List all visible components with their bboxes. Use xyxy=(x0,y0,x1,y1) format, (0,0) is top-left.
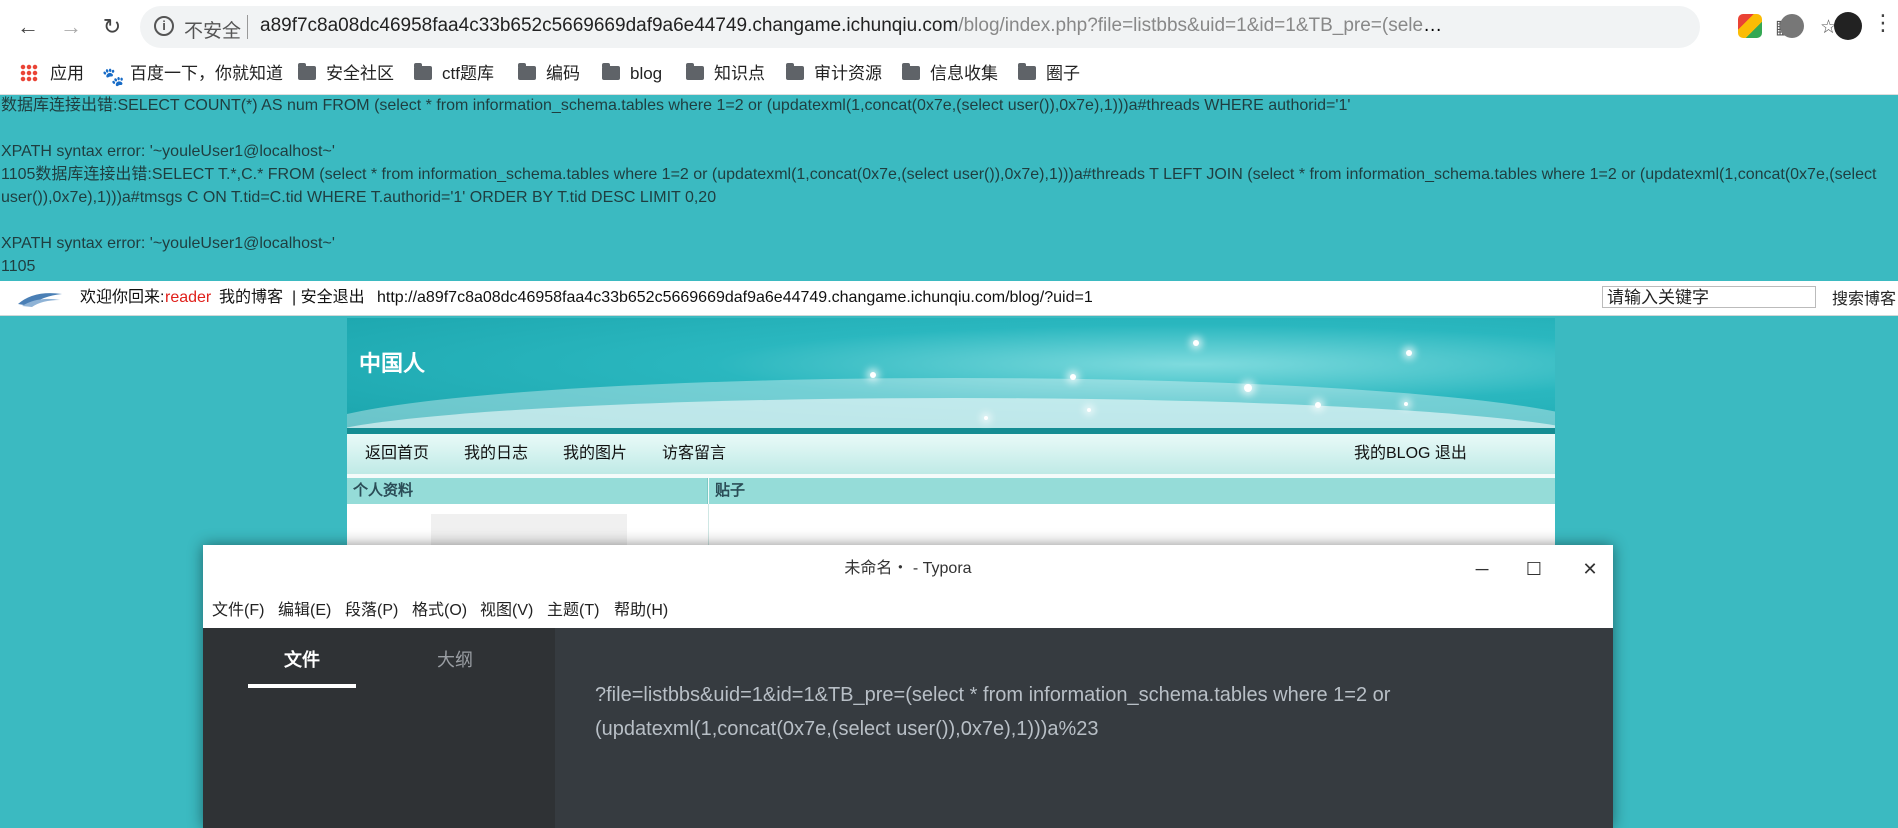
typora-menubar: 文件(F) 编辑(E) 段落(P) 格式(O) 视图(V) 主题(T) 帮助(H… xyxy=(203,593,1613,628)
bookmark-folder-security[interactable]: 安全社区 xyxy=(298,54,394,94)
browser-toolbar: ← → ↻ i 不安全 a89f7c8a08dc46958faa4c33b652… xyxy=(0,0,1898,54)
active-tab-indicator xyxy=(248,684,356,688)
my-blog-link[interactable]: 我的博客 xyxy=(219,281,283,315)
folder-icon xyxy=(786,63,804,80)
folder-icon xyxy=(414,63,432,80)
menu-edit[interactable]: 编辑(E) xyxy=(278,593,331,628)
bookmark-baidu[interactable]: 🐾 百度一下，你就知道 xyxy=(102,54,283,94)
bookmark-folder-knowledge[interactable]: 知识点 xyxy=(686,54,765,94)
bookmark-label: 审计资源 xyxy=(814,64,882,83)
bookmarks-bar: 应用 🐾 百度一下，你就知道 安全社区 ctf题库 编码 blog 知识点 审计资… xyxy=(0,54,1898,95)
error-line: user()),0x7e),1)))a#tmsgs C ON T.tid=C.t… xyxy=(1,189,717,206)
folder-icon xyxy=(902,63,920,80)
logout-link[interactable]: | 安全退出 xyxy=(292,281,365,315)
error-line: XPATH syntax error: '~youleUser1@localho… xyxy=(1,235,335,252)
blog-search-button[interactable]: 搜索博客 xyxy=(1832,283,1896,317)
error-line: XPATH syntax error: '~youleUser1@localho… xyxy=(1,143,335,160)
baidu-paw-icon: 🐾 xyxy=(102,67,125,87)
editor-content[interactable]: ?file=listbbs&uid=1&id=1&TB_pre=(select … xyxy=(595,678,1575,746)
bookmark-label: 百度一下，你就知道 xyxy=(130,64,283,83)
bookmark-label: 知识点 xyxy=(714,64,765,83)
menu-paragraph[interactable]: 段落(P) xyxy=(345,593,398,628)
address-url[interactable]: a89f7c8a08dc46958faa4c33b652c5669669daf9… xyxy=(260,15,1445,37)
welcome-text: 欢迎你回来: xyxy=(80,289,165,306)
menu-file[interactable]: 文件(F) xyxy=(212,593,264,628)
bookmark-folder-audit[interactable]: 审计资源 xyxy=(786,54,882,94)
bookmark-apps[interactable]: 应用 xyxy=(20,54,84,94)
profile-avatar-icon[interactable] xyxy=(1834,12,1862,40)
window-title: 未命名・ - Typora xyxy=(844,560,972,577)
insecure-label[interactable]: 不安全 xyxy=(184,16,241,43)
blog-title: 中国人 xyxy=(359,351,426,376)
folder-icon xyxy=(602,63,620,80)
bookmark-folder-ctf[interactable]: ctf题库 xyxy=(414,54,494,94)
back-icon[interactable]: ← xyxy=(14,13,42,41)
nav-pictures-link[interactable]: 我的图片 xyxy=(563,434,627,474)
error-line: 1105 xyxy=(1,258,36,275)
bookmark-label: 信息收集 xyxy=(930,64,998,83)
bookmark-folder-info[interactable]: 信息收集 xyxy=(902,54,998,94)
blog-search-input[interactable]: 请输入关键字 xyxy=(1602,286,1816,308)
profile-panel-header: 个人资料 xyxy=(347,478,708,504)
extension-gear-icon[interactable] xyxy=(1780,14,1804,38)
bookmark-label: 编码 xyxy=(546,64,580,83)
folder-icon xyxy=(1018,63,1036,80)
reload-icon[interactable]: ↻ xyxy=(98,13,126,41)
blog-logo-icon xyxy=(18,293,62,307)
forward-icon[interactable]: → xyxy=(57,13,85,41)
blog-page: 中国人 返回首页 我的日志 我的图片 访客留言 我的BLOG 退出 个人资料 贴… xyxy=(347,318,1555,558)
nav-home-link[interactable]: 返回首页 xyxy=(365,434,429,474)
blog-topbar: 欢迎你回来: reader 我的博客 | 安全退出 http://a89f7c8… xyxy=(0,281,1898,316)
posts-panel-header: 贴子 xyxy=(709,478,1555,504)
bookmark-label: blog xyxy=(630,64,663,83)
bookmark-label: 圈子 xyxy=(1046,64,1080,83)
nav-guestbook-link[interactable]: 访客留言 xyxy=(662,434,726,474)
url-path: /blog/index.php?file=listbbs&uid=1&id=1&… xyxy=(958,15,1445,36)
username-link[interactable]: reader xyxy=(165,281,211,315)
menu-format[interactable]: 格式(O) xyxy=(412,593,467,628)
address-bar[interactable]: i 不安全 a89f7c8a08dc46958faa4c33b652c56696… xyxy=(140,6,1837,48)
blog-nav: 返回首页 我的日志 我的图片 访客留言 我的BLOG 退出 xyxy=(347,434,1555,474)
tab-outline[interactable]: 大纲 xyxy=(437,646,473,672)
folder-icon xyxy=(298,63,316,80)
folder-icon xyxy=(686,63,704,80)
info-icon[interactable]: i xyxy=(154,16,174,36)
typora-sidebar: 文件 大纲 xyxy=(203,628,555,828)
address-separator xyxy=(247,15,248,39)
tab-files[interactable]: 文件 xyxy=(284,646,320,672)
bookmark-folder-encoding[interactable]: 编码 xyxy=(518,54,580,94)
menu-theme[interactable]: 主题(T) xyxy=(547,593,599,628)
bookmark-label: 安全社区 xyxy=(326,64,394,83)
apps-icon xyxy=(20,64,38,82)
url-host: a89f7c8a08dc46958faa4c33b652c5669669daf9… xyxy=(260,15,959,36)
bookmark-label: 应用 xyxy=(50,64,84,83)
minimize-icon[interactable]: ─ xyxy=(1467,555,1497,583)
bookmark-folder-circle[interactable]: 圈子 xyxy=(1018,54,1080,94)
bookmark-label: ctf题库 xyxy=(442,64,494,83)
blog-url-text: http://a89f7c8a08dc46958faa4c33b652c5669… xyxy=(377,289,1093,306)
folder-icon xyxy=(518,63,536,80)
menu-help[interactable]: 帮助(H) xyxy=(614,593,668,628)
browser-menu-icon[interactable]: ⋮ xyxy=(1872,10,1894,36)
maximize-icon[interactable]: ☐ xyxy=(1519,555,1549,583)
typora-editor[interactable]: ?file=listbbs&uid=1&id=1&TB_pre=(select … xyxy=(555,628,1613,828)
close-icon[interactable]: ✕ xyxy=(1575,555,1605,583)
error-line: 1105数据库连接出错:SELECT T.*,C.* FROM (select … xyxy=(1,166,1877,183)
blog-banner: 中国人 xyxy=(347,318,1555,434)
typora-window: 未命名・ - Typora ─ ☐ ✕ 文件(F) 编辑(E) 段落(P) 格式… xyxy=(203,545,1613,828)
nav-diary-link[interactable]: 我的日志 xyxy=(464,434,528,474)
menu-view[interactable]: 视图(V) xyxy=(480,593,533,628)
extension-colorful-icon[interactable] xyxy=(1738,14,1762,38)
nav-myblog-logout-link[interactable]: 我的BLOG 退出 xyxy=(1354,434,1467,474)
error-line: 数据库连接出错:SELECT COUNT(*) AS num FROM (sel… xyxy=(1,97,1351,114)
sql-error-output: 数据库连接出错:SELECT COUNT(*) AS num FROM (sel… xyxy=(0,94,1898,280)
bookmark-folder-blog[interactable]: blog xyxy=(602,54,662,94)
